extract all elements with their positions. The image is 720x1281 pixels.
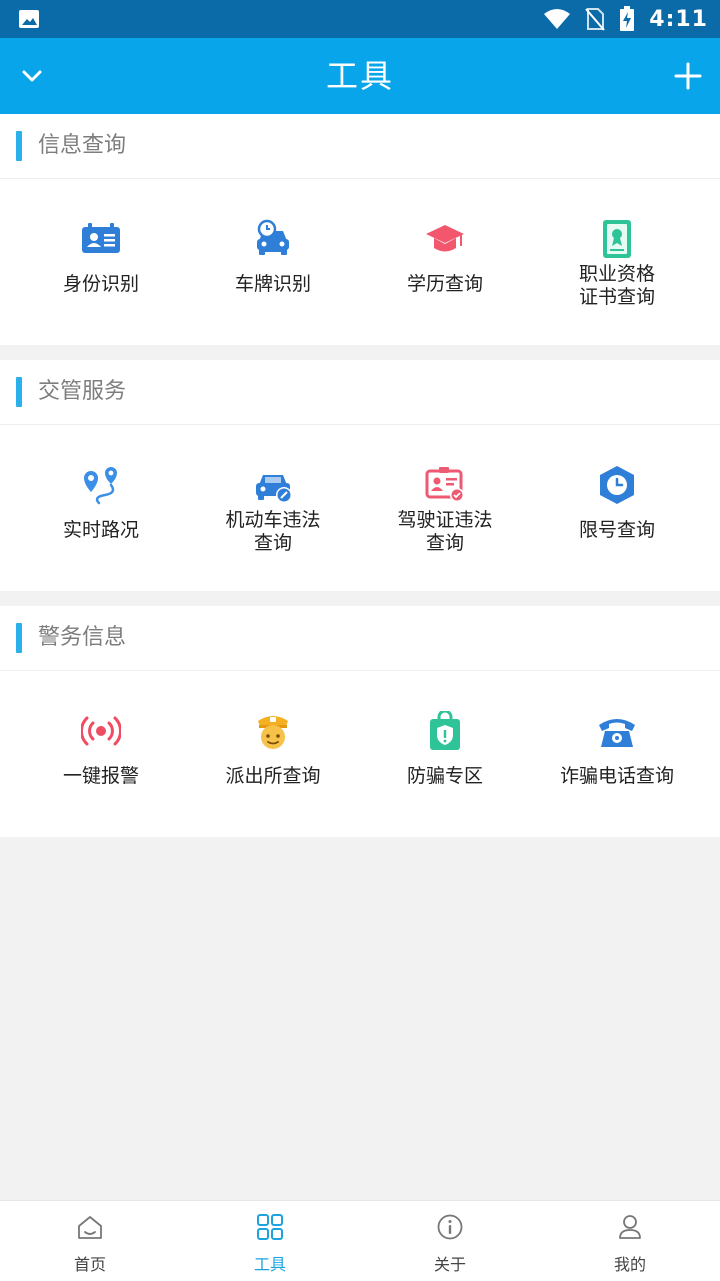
clock-hexagon-icon [600, 466, 634, 504]
graduation-cap-icon [426, 225, 464, 252]
image-notification-icon [19, 10, 39, 28]
tab-home[interactable]: 首页 [0, 1201, 180, 1281]
section-title: 警务信息 [38, 625, 127, 650]
tool-education-query[interactable]: 学历查询 [359, 179, 531, 345]
tool-label: 职业资格 证书查询 [578, 263, 655, 308]
tab-label: 关于 [433, 1255, 466, 1274]
tool-label: 防骗专区 [406, 765, 483, 787]
tab-about[interactable]: 关于 [360, 1201, 540, 1281]
tool-grid: 实时路况 机动车违法 查询 驾驶证违法 查询 限号查询 [0, 425, 720, 591]
app-bar: 工具 [0, 38, 720, 114]
id-card-icon [82, 223, 120, 253]
section-marker [16, 623, 22, 653]
tool-police-station-query[interactable]: 派出所查询 [187, 671, 359, 837]
tool-label: 限号查询 [578, 519, 655, 541]
tool-label: 诈骗电话查询 [559, 765, 674, 787]
tool-grid: 一键报警 派出所查询 防骗专区 诈骗电话查询 [0, 671, 720, 837]
car-clock-icon [257, 219, 289, 255]
telephone-icon [599, 719, 635, 747]
tool-realtime-traffic[interactable]: 实时路况 [15, 425, 187, 591]
tool-plate-restriction[interactable]: 限号查询 [531, 425, 703, 591]
section-header: 警务信息 [0, 606, 720, 671]
tool-label: 一键报警 [62, 765, 139, 787]
section-police-info: 警务信息 一键报警 派出所查询 防骗专区 诈骗电话查询 [0, 606, 720, 837]
section-traffic-service: 交管服务 实时路况 机动车违法 查询 驾驶证违法 查询 限号查询 [0, 360, 720, 591]
tool-label: 驾驶证违法 查询 [397, 509, 493, 554]
bottom-tab-bar: 首页 工具 关于 我的 [0, 1200, 720, 1281]
shield-lock-icon [430, 711, 460, 750]
route-pin-icon [84, 467, 117, 505]
certificate-book-icon [603, 220, 631, 258]
tool-label: 身份识别 [62, 273, 139, 295]
section-header: 信息查询 [0, 114, 720, 179]
license-violation-icon [425, 467, 464, 502]
section-marker [16, 131, 22, 161]
tab-tools[interactable]: 工具 [180, 1201, 360, 1281]
tool-label: 车牌识别 [234, 273, 311, 295]
section-title: 交管服务 [38, 379, 127, 404]
tab-mine[interactable]: 我的 [540, 1201, 720, 1281]
section-marker [16, 377, 22, 407]
add-icon[interactable] [672, 60, 704, 92]
tool-label: 学历查询 [406, 273, 483, 295]
tool-plate-recognition[interactable]: 车牌识别 [187, 179, 359, 345]
home-icon [78, 1216, 102, 1239]
status-bar: 4:11 [0, 0, 720, 38]
car-violation-icon [256, 475, 292, 503]
battery-charging-icon [620, 6, 635, 31]
page-title: 工具 [325, 57, 394, 95]
tab-label: 工具 [253, 1255, 286, 1274]
alarm-broadcast-icon [81, 716, 121, 746]
no-sim-icon [585, 8, 606, 31]
tool-label: 机动车违法 查询 [225, 509, 321, 554]
tool-vehicle-violation[interactable]: 机动车违法 查询 [187, 425, 359, 591]
tool-id-recognition[interactable]: 身份识别 [15, 179, 187, 345]
section-info-query: 信息查询 身份识别 车牌识别 学历查询 职业资格 证书查询 [0, 114, 720, 345]
status-time: 4:11 [649, 6, 708, 32]
info-icon [437, 1214, 463, 1240]
user-icon [619, 1215, 641, 1239]
tool-label: 实时路况 [62, 519, 139, 541]
grid-icon [257, 1214, 283, 1240]
police-officer-icon [258, 716, 288, 749]
tab-label: 我的 [613, 1255, 646, 1274]
tab-label: 首页 [73, 1255, 106, 1274]
wifi-icon [544, 9, 571, 29]
tool-grid: 身份识别 车牌识别 学历查询 职业资格 证书查询 [0, 179, 720, 345]
section-header: 交管服务 [0, 360, 720, 425]
tool-fraud-phone-query[interactable]: 诈骗电话查询 [531, 671, 703, 837]
tool-certificate-query[interactable]: 职业资格 证书查询 [531, 179, 703, 345]
tool-anti-fraud-zone[interactable]: 防骗专区 [359, 671, 531, 837]
tool-label: 派出所查询 [225, 765, 321, 787]
section-title: 信息查询 [38, 133, 127, 158]
tool-one-key-alarm[interactable]: 一键报警 [15, 671, 187, 837]
tool-license-violation[interactable]: 驾驶证违法 查询 [359, 425, 531, 591]
